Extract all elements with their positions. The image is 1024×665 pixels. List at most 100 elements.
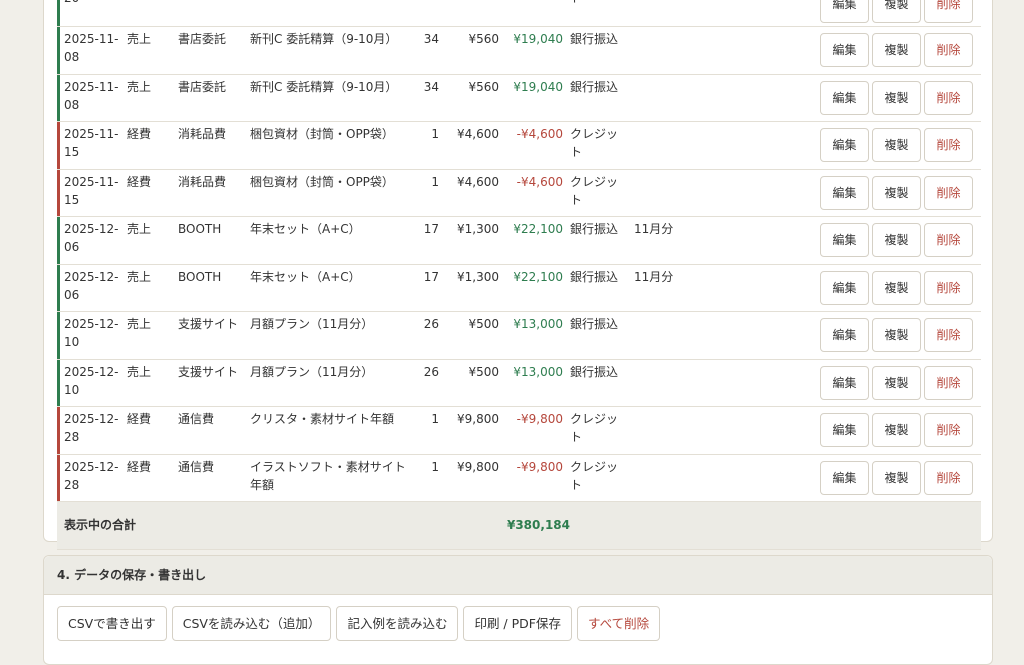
- row-method: 銀行振込: [570, 26, 634, 75]
- duplicate-button[interactable]: 複製: [872, 128, 921, 163]
- edit-button[interactable]: 編集: [820, 365, 869, 400]
- delete-button[interactable]: 削除: [924, 80, 973, 115]
- row-qty: 17: [416, 264, 446, 312]
- duplicate-button[interactable]: 複製: [872, 33, 921, 68]
- total-row: 表示中の合計 ¥380,184: [57, 501, 981, 550]
- row-category: 支援サイト: [178, 311, 250, 360]
- csv-import-button[interactable]: CSVを読み込む（追加）: [171, 606, 332, 641]
- edit-button[interactable]: 編集: [820, 223, 869, 258]
- row-category: 通信費: [178, 406, 250, 455]
- row-price: ¥560: [446, 26, 506, 75]
- duplicate-button[interactable]: 複製: [872, 80, 921, 115]
- row-date: 2025-12- 28: [57, 406, 127, 455]
- delete-all-button[interactable]: すべて削除: [576, 606, 661, 641]
- row-memo: [634, 74, 734, 122]
- delete-button[interactable]: 削除: [924, 0, 973, 23]
- ledger-table: 20 ト 編集複製削除 2025-11-08売上書店委託新刊C 委託精算（9-1…: [57, 0, 981, 550]
- table-row: 2025-12- 06 売上 BOOTH 年末セット（A+C） 17 ¥1,300 ¥22,1…: [57, 264, 981, 312]
- row-type: 売上: [127, 26, 178, 75]
- duplicate-button[interactable]: 複製: [872, 0, 921, 23]
- row-method: クレジット: [570, 121, 634, 170]
- row-memo: [634, 359, 734, 407]
- row-amount: -¥9,800: [506, 454, 570, 502]
- row-date: 2025-12- 06: [57, 264, 127, 312]
- row-method: 銀行振込: [570, 311, 634, 360]
- edit-button[interactable]: 編集: [820, 460, 869, 495]
- edit-button[interactable]: 編集: [820, 128, 869, 163]
- delete-button[interactable]: 削除: [924, 33, 973, 68]
- row-amount: -¥4,600: [506, 121, 570, 170]
- row-item: 新刊C 委託精算（9-10月）: [250, 26, 416, 75]
- row-item: 年末セット（A+C）: [250, 216, 416, 265]
- edit-button[interactable]: 編集: [820, 33, 869, 68]
- table-row: 2025-11- 15 経費 消耗品費 梱包資材（封筒・OPP袋） 1 ¥4,600 -¥4,…: [57, 169, 981, 217]
- row-memo: [634, 121, 734, 170]
- delete-button[interactable]: 削除: [924, 175, 973, 210]
- total-amount: ¥380,184: [506, 501, 570, 550]
- row-amount: ¥22,100: [506, 216, 570, 265]
- row-method: クレジット: [570, 454, 634, 502]
- duplicate-button[interactable]: 複製: [872, 175, 921, 210]
- row-item: 月額プラン（11月分）: [250, 311, 416, 360]
- delete-button[interactable]: 削除: [924, 223, 973, 258]
- row-price: ¥1,300: [446, 216, 506, 265]
- row-method: クレジット: [570, 406, 634, 455]
- csv-export-button[interactable]: CSVで書き出す: [57, 606, 167, 641]
- duplicate-button[interactable]: 複製: [872, 318, 921, 353]
- delete-button[interactable]: 削除: [924, 270, 973, 305]
- row-amount: ¥19,040: [506, 74, 570, 122]
- row-category: 支援サイト: [178, 359, 250, 407]
- row-method: クレジット: [570, 169, 634, 217]
- delete-button[interactable]: 削除: [924, 365, 973, 400]
- row-price: ¥500: [446, 359, 506, 407]
- row-type: 経費: [127, 454, 178, 502]
- duplicate-button[interactable]: 複製: [872, 223, 921, 258]
- delete-button[interactable]: 削除: [924, 413, 973, 448]
- edit-button[interactable]: 編集: [820, 80, 869, 115]
- row-type: 経費: [127, 121, 178, 170]
- edit-button[interactable]: 編集: [820, 0, 869, 23]
- row-amount: ¥22,100: [506, 264, 570, 312]
- export-card: 4. データの保存・書き出し CSVで書き出す CSVを読み込む（追加） 記入例を読…: [43, 555, 993, 665]
- row-qty: 34: [416, 26, 446, 75]
- row-method: 銀行振込: [570, 359, 634, 407]
- row-price: ¥9,800: [446, 454, 506, 502]
- row-type: 売上: [127, 359, 178, 407]
- table-row: 2025-12- 28 経費 通信費 クリスタ・素材サイト年額 1 ¥9,800 -¥9,80…: [57, 406, 981, 455]
- row-qty: 1: [416, 121, 446, 170]
- print-pdf-button[interactable]: 印刷 / PDF保存: [463, 606, 572, 641]
- row-date: 20: [57, 0, 127, 27]
- row-item: イラストソフト・素材サイト年額: [250, 454, 416, 502]
- row-date: 2025-11- 15: [57, 169, 127, 217]
- edit-button[interactable]: 編集: [820, 413, 869, 448]
- row-amount: ¥13,000: [506, 311, 570, 360]
- duplicate-button[interactable]: 複製: [872, 270, 921, 305]
- row-memo: [634, 26, 734, 75]
- row-date: 2025-11- 15: [57, 121, 127, 170]
- row-date: 2025-12- 10: [57, 359, 127, 407]
- row-method: 銀行振込: [570, 264, 634, 312]
- row-date: 2025-11- 08: [57, 26, 127, 75]
- duplicate-button[interactable]: 複製: [872, 460, 921, 495]
- table-row: 2025-12- 28 経費 通信費 イラストソフト・素材サイト年額 1 ¥9,800 -¥9…: [57, 454, 981, 502]
- delete-button[interactable]: 削除: [924, 460, 973, 495]
- table-row: 2025-11- 08 売上 書店委託 新刊C 委託精算（9-10月） 34 ¥560 ¥19…: [57, 74, 981, 122]
- delete-button[interactable]: 削除: [924, 128, 973, 163]
- edit-button[interactable]: 編集: [820, 175, 869, 210]
- row-amount: -¥9,800: [506, 406, 570, 455]
- row-qty: 34: [416, 74, 446, 122]
- duplicate-button[interactable]: 複製: [872, 365, 921, 400]
- row-price: ¥1,300: [446, 264, 506, 312]
- row-method: ト: [570, 0, 634, 27]
- export-section-title: 4. データの保存・書き出し: [44, 556, 992, 595]
- duplicate-button[interactable]: 複製: [872, 413, 921, 448]
- load-sample-button[interactable]: 記入例を読み込む: [336, 606, 459, 641]
- row-qty: 1: [416, 454, 446, 502]
- row-date: 2025-12- 10: [57, 311, 127, 360]
- edit-button[interactable]: 編集: [820, 318, 869, 353]
- table-row: 2025-12- 06 売上 BOOTH 年末セット（A+C） 17 ¥1,300 ¥22,1…: [57, 216, 981, 265]
- row-date: 2025-11- 08: [57, 74, 127, 122]
- row-type: 売上: [127, 216, 178, 265]
- edit-button[interactable]: 編集: [820, 270, 869, 305]
- delete-button[interactable]: 削除: [924, 318, 973, 353]
